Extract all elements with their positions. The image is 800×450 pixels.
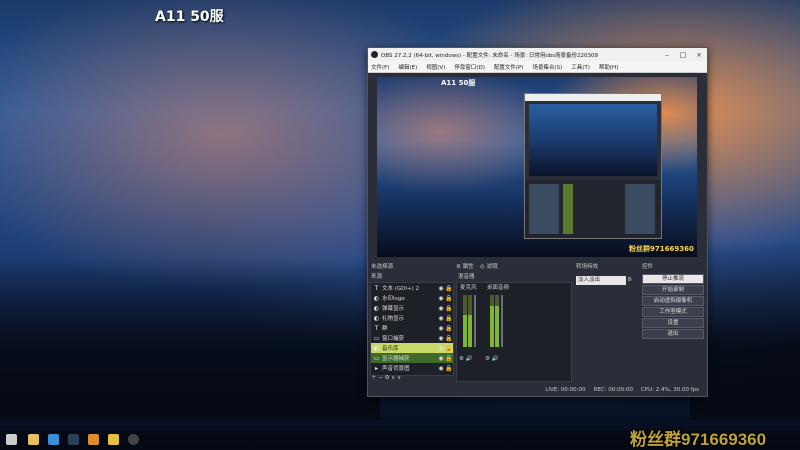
preview-canvas[interactable]: A11 50服 粉丝群971669360 xyxy=(377,77,697,257)
yellow-app-icon[interactable] xyxy=(108,434,119,445)
settings-button[interactable]: 设置 xyxy=(642,318,704,328)
desktop-settings-icon[interactable]: ⚙ 🔊 xyxy=(485,355,499,364)
volume-slider-mic[interactable] xyxy=(474,295,476,347)
source-row[interactable]: ▭ 显示器捕获 ◉ 🔒 xyxy=(371,353,453,363)
eye-icon: ◉ xyxy=(438,364,444,372)
transitions-header: 转场特效 xyxy=(576,264,599,270)
volume-slider-desktop[interactable] xyxy=(501,295,503,347)
file-explorer-icon[interactable] xyxy=(28,434,39,445)
status-bar: LIVE: 00:00:00 REC: 00:00:00 CPU: 2.4%, … xyxy=(368,384,707,396)
source-row[interactable]: ◐ 水印logo ◉ 🔒 xyxy=(371,293,453,303)
exit-button[interactable]: 退出 xyxy=(642,329,704,339)
lock-icon: 🔒 xyxy=(445,364,453,372)
obs-icon[interactable] xyxy=(128,434,139,445)
mic-settings-icon[interactable]: ⚙ 🔊 xyxy=(459,355,473,364)
filters-button[interactable]: ◎ 滤镜 xyxy=(480,263,498,272)
mixer-header: 混音器 xyxy=(458,274,475,280)
live-status: LIVE: 00:00:00 xyxy=(545,387,586,393)
steam-icon[interactable] xyxy=(68,434,79,445)
mixer-channel-desktop: 桌面音频 xyxy=(487,285,510,291)
eye-icon: ◉ xyxy=(438,334,444,342)
eye-icon: ◉ xyxy=(438,354,444,362)
transition-select[interactable]: 淡入淡出 xyxy=(576,276,626,285)
no-source-selected-label: 未选择源 xyxy=(371,264,394,270)
cpu-status: CPU: 2.4%, 30.00 fps xyxy=(640,387,699,393)
lock-icon: 🔒 xyxy=(445,294,453,302)
background-trees-left xyxy=(0,260,380,420)
menu-scene-collection[interactable]: 场景集合(S) xyxy=(532,63,562,71)
source-row[interactable]: ▭ 窗口捕获 ◉ 🔒 xyxy=(371,333,453,343)
lock-icon: 🔒 xyxy=(445,354,453,362)
orange-app-icon[interactable] xyxy=(88,434,99,445)
audio-mixer: 麦克风 桌面音频 ⚙ 🔊 ⚙ 🔊 xyxy=(456,282,572,382)
transition-settings-icon[interactable]: ⚙ xyxy=(627,276,632,285)
properties-button[interactable]: ⚙ 属性 xyxy=(456,263,474,272)
eye-icon: ◉ xyxy=(438,324,444,332)
eye-icon: ◉ xyxy=(438,344,444,352)
stop-streaming-button[interactable]: 停止推流 xyxy=(642,274,704,284)
nested-docks xyxy=(525,180,661,238)
menu-file[interactable]: 文件(F) xyxy=(371,63,389,71)
menu-profile[interactable]: 配置文件(P) xyxy=(494,63,524,71)
eye-icon: ◉ xyxy=(438,304,444,312)
obs-window[interactable]: OBS 27.2.2 (64-bit, windows) - 配置文件: 未命名… xyxy=(367,47,708,397)
volume-meter-mic xyxy=(463,295,467,347)
lock-icon: 🔒 xyxy=(445,304,453,312)
source-row[interactable]: ◐ 音乐库 ◉ 🔒 xyxy=(371,343,453,353)
start-recording-button[interactable]: 开始录制 xyxy=(642,285,704,295)
close-icon[interactable]: × xyxy=(691,51,707,59)
nested-titlebar xyxy=(525,94,661,101)
source-row[interactable]: ▸ 声音背景图 ◉ 🔒 xyxy=(371,363,453,373)
source-row[interactable]: ◐ 礼物显示 ◉ 🔒 xyxy=(371,313,453,323)
nested-preview xyxy=(529,104,657,176)
stream-overlay-title: A11 50服 xyxy=(155,9,224,25)
minimize-icon[interactable]: – xyxy=(659,51,675,59)
dock-area: 未选择源 ⚙ 属性 ◎ 滤镜 来源 T 文本 (GDI+) 2 ◉ 🔒 ◐ 水印logo… xyxy=(368,262,707,384)
volume-meter-desktop xyxy=(490,295,494,347)
sources-header: 来源 xyxy=(371,274,383,280)
source-row[interactable]: T 群 ◉ 🔒 xyxy=(371,323,453,333)
eye-icon: ◉ xyxy=(438,314,444,322)
menu-tools[interactable]: 工具(T) xyxy=(571,63,590,71)
taskbar xyxy=(0,430,800,450)
controls-header: 控件 xyxy=(642,264,654,270)
preview-overlay-group: 粉丝群971669360 xyxy=(629,245,694,253)
preview-overlay-title: A11 50服 xyxy=(441,79,476,87)
nested-obs-preview xyxy=(524,93,662,239)
lock-icon: 🔒 xyxy=(445,324,453,332)
volume-meter-mic-2 xyxy=(468,295,472,347)
eye-icon: ◉ xyxy=(438,294,444,302)
add-source-button[interactable]: ＋ − ⚙ ∧ ∨ xyxy=(371,374,401,383)
volume-meter-desktop-2 xyxy=(495,295,499,347)
edge-icon[interactable] xyxy=(48,434,59,445)
lock-icon: 🔒 xyxy=(445,334,453,342)
obs-logo-icon xyxy=(371,51,378,58)
menu-view[interactable]: 视图(V) xyxy=(426,63,445,71)
lock-icon: 🔒 xyxy=(445,344,453,352)
menu-help[interactable]: 帮助(H) xyxy=(599,63,618,71)
source-row[interactable]: ◐ 弹幕显示 ◉ 🔒 xyxy=(371,303,453,313)
studio-mode-button[interactable]: 工作室模式 xyxy=(642,307,704,317)
rec-status: REC: 00:00:00 xyxy=(593,387,633,393)
start-icon[interactable] xyxy=(6,434,17,445)
obs-titlebar[interactable]: OBS 27.2.2 (64-bit, windows) - 配置文件: 未命名… xyxy=(368,48,707,61)
menu-docks[interactable]: 停靠窗口(D) xyxy=(454,63,485,71)
menu-edit[interactable]: 编辑(E) xyxy=(398,63,417,71)
lock-icon: 🔒 xyxy=(445,284,453,292)
eye-icon: ◉ xyxy=(438,284,444,292)
mixer-channel-mic: 麦克风 xyxy=(460,285,477,291)
maximize-icon[interactable]: □ xyxy=(675,51,691,59)
source-row[interactable]: T 文本 (GDI+) 2 ◉ 🔒 xyxy=(371,283,453,293)
lock-icon: 🔒 xyxy=(445,314,453,322)
sources-list[interactable]: T 文本 (GDI+) 2 ◉ 🔒 ◐ 水印logo ◉ 🔒 ◐ 弹幕显示 ◉ 🔒 ◐ 礼物显示 ◉ 🔒… xyxy=(370,282,454,376)
window-title: OBS 27.2.2 (64-bit, windows) - 配置文件: 未命名… xyxy=(381,52,599,59)
virtual-camera-button[interactable]: 启动虚拟摄像机 xyxy=(642,296,704,306)
menu-bar: 文件(F) 编辑(E) 视图(V) 停靠窗口(D) 配置文件(P) 场景集合(S… xyxy=(368,61,707,73)
